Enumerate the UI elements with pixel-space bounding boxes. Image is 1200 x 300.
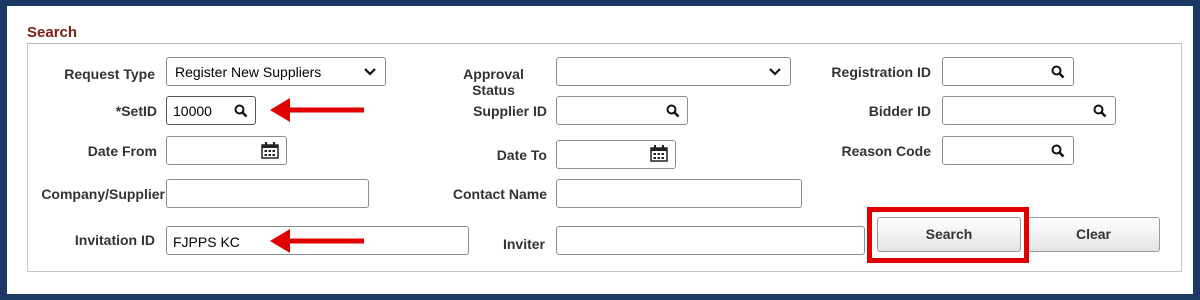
inviter-label: Inviter: [502, 236, 545, 252]
red-arrow: [270, 229, 364, 253]
magnifier-icon[interactable]: [666, 104, 680, 118]
bidder-id-input[interactable]: [942, 96, 1116, 125]
company-supplier-label: Company/Supplier: [41, 186, 165, 202]
calendar-icon[interactable]: [650, 145, 668, 162]
date-from-label: Date From: [87, 143, 157, 159]
red-arrow: [270, 98, 364, 122]
reason-code-input[interactable]: [942, 136, 1074, 165]
setid-label: *SetID: [115, 103, 157, 119]
registration-id-label: Registration ID: [831, 64, 931, 80]
setid-input[interactable]: 10000: [166, 96, 256, 125]
section-title: Search: [27, 24, 78, 41]
approval-status-label-line1: Approval: [463, 66, 524, 82]
registration-id-input[interactable]: [942, 57, 1074, 86]
company-supplier-input[interactable]: [166, 179, 369, 208]
invitation-id-value: FJPPS KC: [173, 234, 240, 250]
date-to-label: Date To: [496, 147, 547, 163]
clear-button[interactable]: Clear: [1027, 217, 1160, 252]
contact-name-input[interactable]: [556, 179, 802, 208]
supplier-id-label: Supplier ID: [473, 103, 547, 119]
bidder-id-label: Bidder ID: [868, 103, 931, 119]
magnifier-icon[interactable]: [234, 104, 248, 118]
contact-name-label: Contact Name: [452, 186, 547, 202]
magnifier-icon[interactable]: [1093, 104, 1107, 118]
invitation-id-label: Invitation ID: [74, 232, 155, 248]
magnifier-icon[interactable]: [1051, 144, 1065, 158]
approval-status-label-line2: Status: [472, 82, 515, 98]
supplier-id-input[interactable]: [556, 96, 688, 125]
chevron-down-icon: [769, 68, 781, 76]
magnifier-icon[interactable]: [1051, 65, 1065, 79]
request-type-value: Register New Suppliers: [175, 64, 322, 80]
approval-status-label: Approval Status: [440, 66, 547, 98]
request-type-label: Request Type: [64, 66, 155, 82]
chevron-down-icon: [364, 68, 376, 76]
date-from-input[interactable]: [166, 136, 287, 165]
date-to-input[interactable]: [556, 140, 676, 169]
search-button-highlight: [867, 207, 1029, 263]
approval-status-select[interactable]: [556, 57, 791, 86]
request-type-select[interactable]: Register New Suppliers: [166, 57, 386, 86]
calendar-icon[interactable]: [261, 142, 279, 159]
inviter-input[interactable]: [556, 226, 865, 255]
reason-code-label: Reason Code: [841, 143, 931, 159]
setid-value: 10000: [173, 103, 212, 119]
